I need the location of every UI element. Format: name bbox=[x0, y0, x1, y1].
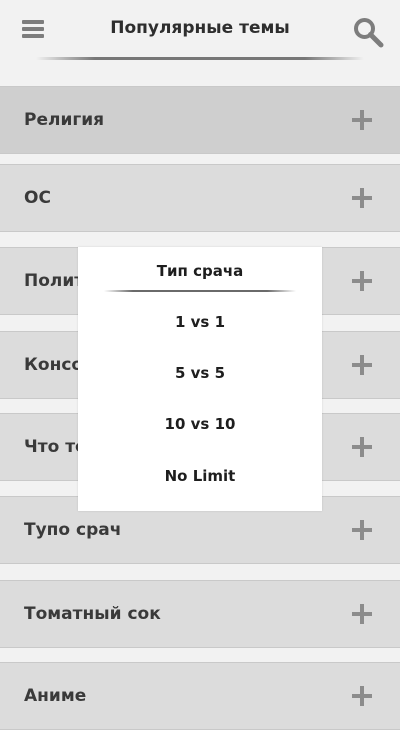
header-divider bbox=[36, 57, 364, 60]
flame-type-dialog: Тип срача 1 vs 1 5 vs 5 10 vs 10 No Limi… bbox=[78, 247, 322, 511]
search-icon[interactable] bbox=[352, 16, 384, 48]
option-no-limit[interactable]: No Limit bbox=[78, 459, 322, 493]
plus-icon[interactable] bbox=[352, 604, 372, 624]
topic-label: Томатный сок bbox=[24, 604, 161, 624]
plus-icon[interactable] bbox=[352, 110, 372, 130]
plus-icon[interactable] bbox=[352, 355, 372, 375]
plus-icon[interactable] bbox=[352, 520, 372, 540]
option-5-vs-5[interactable]: 5 vs 5 bbox=[78, 356, 322, 390]
topic-label: Полит bbox=[24, 271, 85, 291]
app-header: Популярные темы bbox=[0, 0, 400, 78]
plus-icon[interactable] bbox=[352, 271, 372, 291]
topic-label: Тупо срач bbox=[24, 520, 122, 540]
option-1-vs-1[interactable]: 1 vs 1 bbox=[78, 305, 322, 339]
topic-item-tomato-juice[interactable]: Томатный сок bbox=[0, 580, 400, 648]
topic-label: Консо bbox=[24, 355, 84, 375]
topic-item-os[interactable]: ОС bbox=[0, 164, 400, 232]
topic-item-religion[interactable]: Религия bbox=[0, 86, 400, 154]
topic-label: Религия bbox=[24, 110, 105, 130]
topic-label: ОС bbox=[24, 188, 51, 208]
plus-icon[interactable] bbox=[352, 686, 372, 706]
dialog-divider bbox=[104, 290, 296, 292]
plus-icon[interactable] bbox=[352, 188, 372, 208]
topic-item-anime[interactable]: Аниме bbox=[0, 662, 400, 730]
topic-label: Аниме bbox=[24, 686, 87, 706]
page-title: Популярные темы bbox=[110, 18, 290, 38]
dialog-title: Тип срача bbox=[156, 262, 244, 280]
plus-icon[interactable] bbox=[352, 437, 372, 457]
option-10-vs-10[interactable]: 10 vs 10 bbox=[78, 407, 322, 441]
